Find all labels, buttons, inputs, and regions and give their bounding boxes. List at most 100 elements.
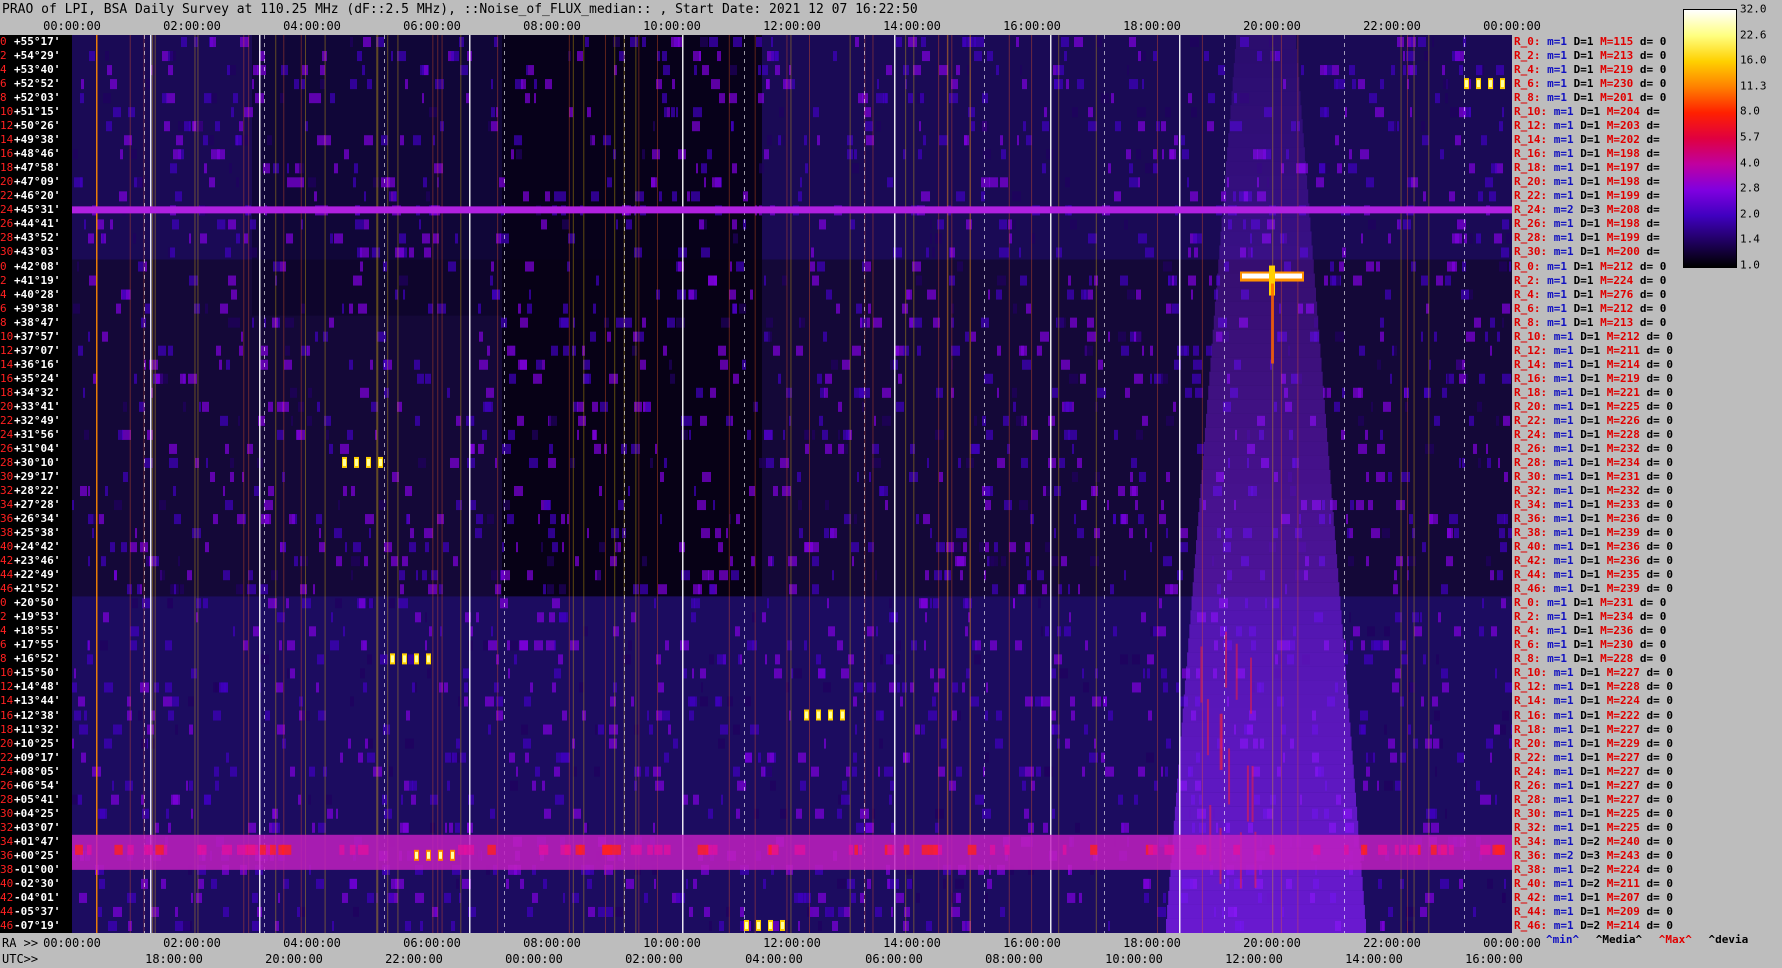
stat-d: d= 0 — [1646, 582, 1674, 596]
noise-speck — [100, 808, 107, 819]
dec-row: 22+46°20' — [0, 189, 72, 203]
dashed-line — [1224, 99, 1225, 103]
noise-speck — [677, 289, 686, 300]
axis-tick-label: 04:00:00 — [745, 952, 803, 966]
dashed-line — [1224, 51, 1225, 55]
stat-row: R_36: m=2 D=3 M=243 d= 0 — [1514, 849, 1673, 863]
noise-speck — [907, 878, 912, 889]
vertical-streak — [568, 35, 570, 933]
dashed-line — [624, 523, 625, 527]
dashed-line — [1224, 155, 1225, 159]
plume-segment — [1212, 329, 1320, 344]
noise-speck — [1423, 654, 1426, 665]
vertical-streak — [786, 35, 788, 933]
noise-speck — [545, 79, 552, 90]
band-speck — [114, 844, 123, 855]
noise-speck — [235, 135, 242, 146]
dashed-line — [1104, 267, 1105, 271]
noise-speck — [80, 93, 84, 104]
dashed-line — [264, 59, 265, 63]
noise-speck — [916, 892, 920, 903]
noise-speck — [520, 878, 524, 889]
noise-speck — [1110, 584, 1114, 595]
dashed-line — [624, 91, 625, 95]
dashed-line — [504, 139, 505, 143]
noise-speck — [1089, 275, 1092, 286]
stat-m: m=1 — [1553, 918, 1574, 932]
dashed-line — [864, 547, 865, 551]
dashed-line — [1224, 139, 1225, 143]
noise-speck — [319, 542, 325, 553]
stat-row: R_36: m=1 D=1 M=236 d= 0 — [1514, 512, 1673, 526]
dashed-line — [384, 475, 385, 479]
noise-speck — [175, 906, 178, 917]
noise-speck — [762, 65, 768, 76]
stat-r: R_38: — [1514, 526, 1548, 540]
dashed-line — [1464, 347, 1465, 351]
noise-speck — [1366, 471, 1369, 482]
dashed-line — [1464, 467, 1465, 471]
dashed-line — [744, 171, 745, 175]
noise-speck — [701, 528, 710, 539]
dashed-line — [624, 219, 625, 223]
vertical-streak — [283, 35, 285, 933]
dashed-line — [264, 763, 265, 767]
dashed-line — [264, 515, 265, 519]
noise-speck — [153, 556, 159, 567]
noise-speck — [544, 808, 551, 819]
noise-speck — [279, 640, 282, 651]
noise-speck — [169, 457, 178, 468]
dashed-line — [624, 723, 625, 727]
noise-speck — [463, 668, 469, 679]
axis-tick-label: 22:00:00 — [1363, 19, 1421, 33]
stat-D: D=1 — [1580, 792, 1601, 806]
noise-speck — [431, 570, 438, 581]
dec-index: 14 — [0, 357, 14, 371]
noise-speck — [852, 163, 859, 174]
dashed-line — [984, 91, 985, 95]
noise-speck — [867, 682, 876, 693]
dashed-line — [504, 59, 505, 63]
noise-speck — [642, 37, 646, 48]
band-speck — [278, 844, 285, 855]
stat-m: m=1 — [1547, 287, 1567, 301]
noise-speck — [122, 289, 126, 300]
noise-speck — [798, 920, 800, 931]
noise-speck — [1142, 345, 1144, 356]
noise-speck — [1336, 275, 1340, 286]
noise-speck — [708, 275, 717, 286]
dashed-line — [864, 67, 865, 71]
dec-row: 18+47°58' — [0, 161, 72, 175]
noise-speck — [1353, 275, 1362, 286]
noise-speck — [106, 121, 112, 132]
noise-speck — [824, 738, 826, 749]
noise-speck — [868, 303, 871, 314]
stat-r: R_6: — [1514, 638, 1541, 652]
dashed-line — [624, 907, 625, 911]
dashed-line — [384, 611, 385, 615]
dashed-line — [624, 123, 625, 127]
band-speck — [164, 844, 168, 855]
dashed-line — [144, 363, 145, 367]
stat-m: m=1 — [1553, 455, 1574, 469]
noise-speck — [1150, 373, 1152, 384]
dashed-line — [264, 643, 265, 647]
band-speck — [146, 844, 153, 855]
dashed-line — [1344, 811, 1345, 815]
dashed-line — [1224, 787, 1225, 791]
dashed-line — [864, 435, 865, 439]
noise-speck — [640, 584, 648, 595]
dec-index: 6 — [0, 301, 7, 315]
dashed-line — [864, 827, 865, 831]
dashed-line — [864, 683, 865, 687]
dashed-line — [504, 307, 505, 311]
stat-row: R_32: m=1 D=1 M=232 d= 0 — [1514, 484, 1673, 498]
noise-speck — [552, 598, 560, 609]
dashed-line — [504, 379, 505, 383]
dec-index: 6 — [0, 77, 7, 91]
dashed-line — [264, 923, 265, 927]
stat-d: d= 0 — [1646, 568, 1674, 582]
stat-m: m=1 — [1547, 77, 1567, 91]
noise-speck — [1059, 457, 1065, 468]
noise-speck — [613, 37, 620, 48]
